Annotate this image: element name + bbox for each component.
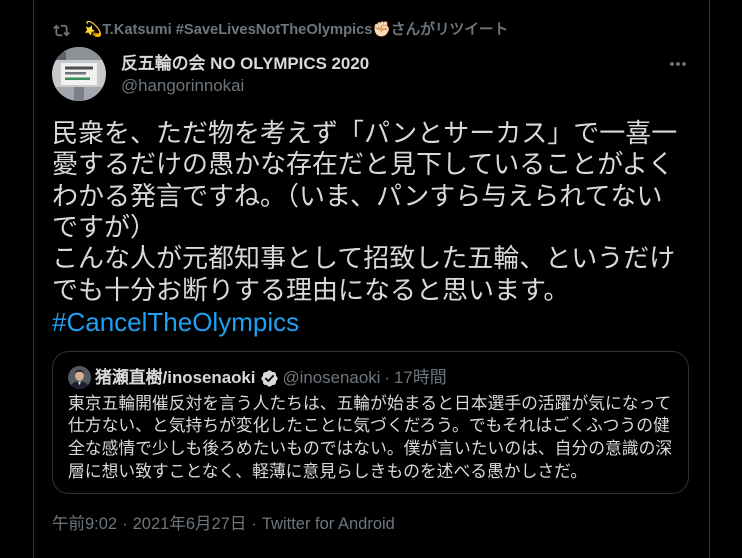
- author-handle[interactable]: @hangorinnokai: [121, 75, 244, 97]
- tweet-text-line: こんな人が元都知事として招致した五輪、というだけ: [52, 244, 676, 275]
- tweet-text-line: わかる発言ですね。（いま、パンすら与えられてない: [52, 181, 663, 212]
- author-avatar[interactable]: [52, 47, 106, 101]
- tweet-time-link[interactable]: 午前9:02: [52, 515, 117, 533]
- hashtag-link[interactable]: #CancelTheOlympics: [52, 307, 299, 338]
- author-name[interactable]: 反五輪の会 NO OLYMPICS 2020: [121, 53, 369, 75]
- separator: ·: [384, 368, 391, 387]
- verified-badge-icon: [260, 369, 278, 387]
- tweet-date-link[interactable]: 2021年6月27日: [133, 515, 247, 533]
- quoted-text-line: 全な感情で少しも後ろめたいものではない。僕が言いたいのは、自分の意識の深: [68, 438, 673, 459]
- tweet-source-link[interactable]: Twitter for Android: [262, 515, 395, 533]
- tweet-text-line: 民衆を、ただ物を考えず「パンとサーカス」で一喜一: [52, 119, 678, 149]
- quoted-text-line: 仕方ない、と気持ちが変化したことに気づくだろう。でもそれはごくふつうの健: [68, 415, 670, 436]
- author-avatar-image: [52, 47, 106, 101]
- tweet-text-line: でも十分お断りする理由になると思います。: [52, 275, 570, 306]
- separator: ·: [122, 515, 128, 533]
- tweet-text: 民衆を、ただ物を考えず「パンとサーカス」で一喜一 憂するだけの愚かな存在だと見下…: [52, 119, 677, 338]
- quoted-author-avatar-image: [68, 366, 91, 389]
- quoted-tweet-time: 17時間: [394, 368, 447, 387]
- tweet-text-line: 憂するだけの愚かな存在だと見下していることがよく: [52, 150, 674, 181]
- quoted-tweet-text: 東京五輪開催反対を言う人たちは、五輪が始まると日本選手の活躍が気になって 仕方な…: [68, 392, 672, 483]
- more-options-button[interactable]: [667, 53, 689, 75]
- quoted-tweet[interactable]: 猪瀬直樹/inosenaoki @inosenaoki · 17時間 東京五輪開…: [52, 351, 689, 494]
- quoted-tweet-header: 猪瀬直樹/inosenaoki @inosenaoki · 17時間: [95, 367, 447, 389]
- retweeter-name[interactable]: 💫T.Katsumi #SaveLivesNotTheOlympics✊🏻: [84, 22, 391, 38]
- quoted-text-line: 東京五輪開催反対を言う人たちは、五輪が始まると日本選手の活躍が気になって: [68, 392, 672, 413]
- tweet-text-line: ですが）: [52, 212, 157, 243]
- quoted-author-handle: @inosenaoki: [282, 368, 381, 387]
- more-icon: [670, 62, 686, 66]
- retweet-icon: [53, 24, 70, 37]
- quoted-author-name: 猪瀬直樹/inosenaoki: [95, 368, 256, 387]
- quoted-text-line: 層に想い致すことなく、軽薄に意見らしきものを述べる愚かしさだ。: [68, 460, 588, 481]
- tweet-metadata: 午前9:02 · 2021年6月27日 · Twitter for Android: [52, 513, 395, 535]
- retweet-label: さんがリツイート: [390, 22, 509, 38]
- retweet-context: 💫T.Katsumi #SaveLivesNotTheOlympics✊🏻さんが…: [84, 21, 508, 39]
- quoted-author-avatar: [68, 366, 91, 389]
- separator: ·: [251, 515, 257, 533]
